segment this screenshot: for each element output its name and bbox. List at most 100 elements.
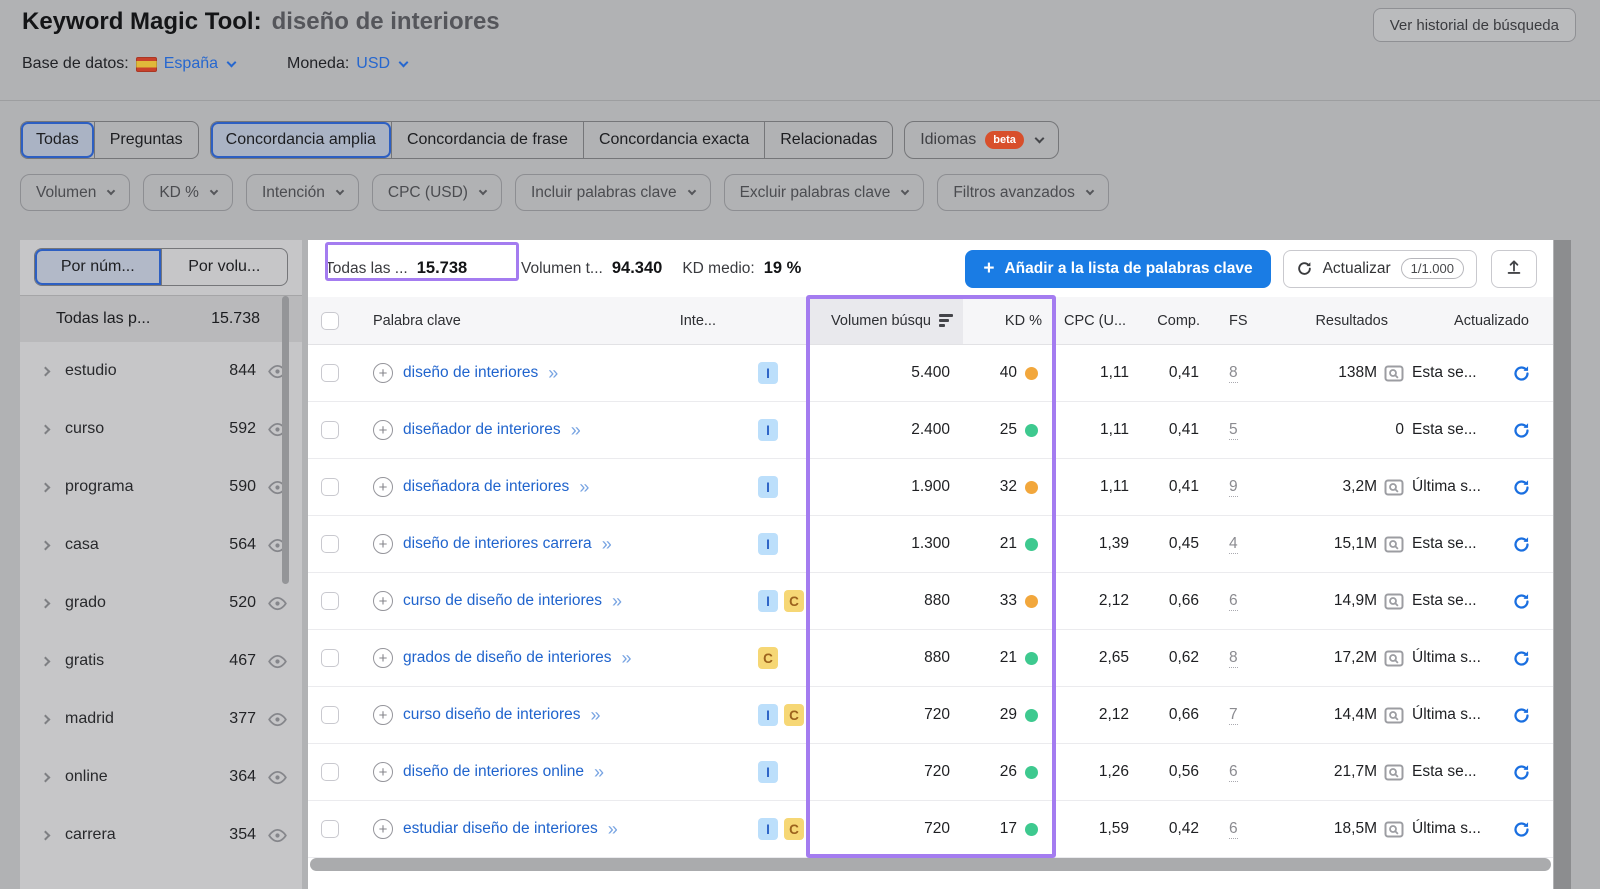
tab-preguntas[interactable]: Preguntas — [93, 122, 198, 158]
col-header-volume[interactable]: Volumen búsqu — [808, 297, 963, 344]
fs-value[interactable]: 8 — [1229, 364, 1238, 383]
refresh-metrics-icon[interactable] — [1512, 763, 1531, 782]
add-keyword-icon[interactable]: + — [373, 534, 393, 554]
chevron-right-icon[interactable] — [40, 714, 51, 724]
add-keyword-icon[interactable]: + — [373, 705, 393, 725]
col-header-comp[interactable]: Comp. — [1138, 313, 1210, 329]
keyword-link[interactable]: diseño de interiores online — [403, 763, 584, 781]
eye-icon[interactable] — [267, 712, 288, 727]
tab-concordancia-amplia[interactable]: Concordancia amplia — [210, 122, 391, 158]
serp-icon[interactable] — [1384, 650, 1404, 667]
serp-icon[interactable] — [1384, 536, 1404, 553]
vertical-scrollbar[interactable] — [1554, 240, 1571, 889]
row-checkbox[interactable] — [321, 478, 339, 496]
add-keyword-icon[interactable]: + — [373, 819, 393, 839]
refresh-metrics-icon[interactable] — [1512, 649, 1531, 668]
languages-dropdown[interactable]: Idiomas beta — [904, 121, 1059, 159]
fs-value[interactable]: 5 — [1229, 421, 1238, 440]
serp-icon[interactable] — [1384, 479, 1404, 496]
filter-avanzados[interactable]: Filtros avanzados — [937, 174, 1109, 211]
col-header-results[interactable]: Resultados — [1266, 313, 1408, 329]
sidebar-group-carrera[interactable]: carrera 354 — [20, 806, 302, 864]
sidebar-group-estudio[interactable]: estudio 844 — [20, 342, 302, 400]
refresh-metrics-icon[interactable] — [1512, 364, 1531, 383]
row-checkbox[interactable] — [321, 421, 339, 439]
keyword-link[interactable]: grados de diseño de interiores — [403, 649, 612, 667]
filter-kd[interactable]: KD % — [143, 174, 233, 211]
sidebar-group-gratis[interactable]: gratis 467 — [20, 632, 302, 690]
chevron-right-icon[interactable] — [40, 656, 51, 666]
fs-value[interactable]: 6 — [1229, 763, 1238, 782]
row-checkbox[interactable] — [321, 649, 339, 667]
filter-intencion[interactable]: Intención — [245, 174, 359, 211]
chevron-right-icon[interactable] — [40, 424, 51, 434]
chevron-right-icon[interactable] — [40, 830, 51, 840]
fs-value[interactable]: 7 — [1229, 706, 1238, 725]
eye-icon[interactable] — [267, 654, 288, 669]
open-keyword-icon[interactable]: » — [594, 762, 604, 783]
col-header-updated[interactable]: Actualizado — [1408, 313, 1553, 329]
refresh-metrics-icon[interactable] — [1512, 421, 1531, 440]
col-header-keyword[interactable]: Palabra clave — [373, 313, 461, 329]
refresh-metrics-icon[interactable] — [1512, 535, 1531, 554]
eye-icon[interactable] — [267, 770, 288, 785]
tab-concordancia-exacta[interactable]: Concordancia exacta — [582, 122, 764, 158]
database-selector[interactable]: España — [164, 55, 218, 73]
serp-icon[interactable] — [1384, 821, 1404, 838]
filter-volumen[interactable]: Volumen — [20, 174, 131, 211]
chevron-right-icon[interactable] — [40, 598, 51, 608]
filter-incluir-palabras[interactable]: Incluir palabras clave — [514, 174, 711, 211]
keyword-link[interactable]: estudiar diseño de interiores — [403, 820, 598, 838]
serp-icon[interactable] — [1384, 365, 1404, 382]
row-checkbox[interactable] — [321, 364, 339, 382]
update-button[interactable]: Actualizar 1/1.000 — [1282, 249, 1477, 288]
fs-value[interactable]: 6 — [1229, 592, 1238, 611]
sort-by-number-button[interactable]: Por núm... — [35, 249, 161, 285]
keyword-link[interactable]: curso de diseño de interiores — [403, 592, 602, 610]
refresh-metrics-icon[interactable] — [1512, 478, 1531, 497]
sidebar-group-casa[interactable]: casa 564 — [20, 516, 302, 574]
row-checkbox[interactable] — [321, 763, 339, 781]
sidebar-group-madrid[interactable]: madrid 377 — [20, 690, 302, 748]
row-checkbox[interactable] — [321, 820, 339, 838]
refresh-metrics-icon[interactable] — [1512, 592, 1531, 611]
open-keyword-icon[interactable]: » — [612, 591, 622, 612]
filter-excluir-palabras[interactable]: Excluir palabras clave — [723, 174, 925, 211]
search-history-button[interactable]: Ver historial de búsqueda — [1372, 8, 1576, 42]
sidebar-group-online[interactable]: online 364 — [20, 748, 302, 806]
row-checkbox[interactable] — [321, 592, 339, 610]
open-keyword-icon[interactable]: » — [579, 477, 589, 498]
add-keyword-icon[interactable]: + — [373, 591, 393, 611]
refresh-metrics-icon[interactable] — [1512, 706, 1531, 725]
keyword-link[interactable]: diseño de interiores — [403, 364, 538, 382]
keyword-link[interactable]: diseñadora de interiores — [403, 478, 569, 496]
chevron-right-icon[interactable] — [40, 482, 51, 492]
serp-icon[interactable] — [1384, 707, 1404, 724]
currency-selector[interactable]: USD — [356, 55, 390, 73]
sidebar-group-grado[interactable]: grado 520 — [20, 574, 302, 632]
chevron-right-icon[interactable] — [40, 540, 51, 550]
chevron-down-icon[interactable] — [398, 57, 409, 68]
horizontal-scrollbar[interactable] — [310, 858, 1551, 871]
refresh-metrics-icon[interactable] — [1512, 820, 1531, 839]
eye-icon[interactable] — [267, 828, 288, 843]
fs-value[interactable]: 8 — [1229, 649, 1238, 668]
fs-value[interactable]: 9 — [1229, 478, 1238, 497]
row-checkbox[interactable] — [321, 706, 339, 724]
sidebar-scrollbar[interactable] — [282, 296, 289, 584]
add-keyword-icon[interactable]: + — [373, 648, 393, 668]
add-to-list-button[interactable]: + Añadir a la lista de palabras clave — [965, 249, 1271, 288]
open-keyword-icon[interactable]: » — [548, 363, 558, 384]
sidebar-group-programa[interactable]: programa 590 — [20, 458, 302, 516]
keyword-link[interactable]: diseñador de interiores — [403, 421, 561, 439]
keyword-link[interactable]: curso diseño de interiores — [403, 706, 581, 724]
add-keyword-icon[interactable]: + — [373, 363, 393, 383]
chevron-right-icon[interactable] — [40, 366, 51, 376]
col-header-fs[interactable]: FS — [1210, 313, 1266, 329]
tab-todas[interactable]: Todas — [21, 122, 94, 158]
eye-icon[interactable] — [267, 596, 288, 611]
sidebar-item-all-keywords[interactable]: Todas las p... 15.738 — [20, 295, 302, 342]
chevron-down-icon[interactable] — [226, 57, 237, 68]
open-keyword-icon[interactable]: » — [571, 420, 581, 441]
fs-value[interactable]: 6 — [1229, 820, 1238, 839]
